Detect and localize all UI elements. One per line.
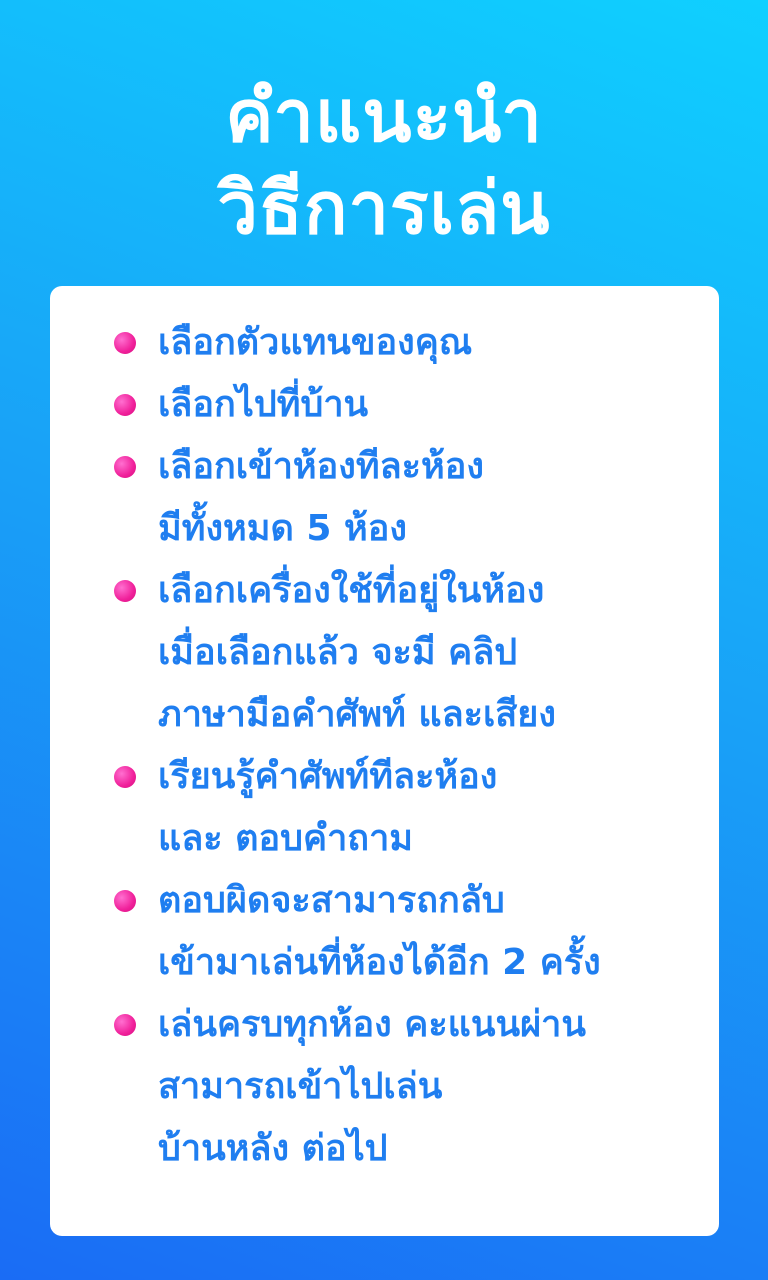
pink-dot-icon — [114, 456, 136, 478]
instruction-item: เลือกเครื่องใช้ที่อยู่ในห้อง เมื่อเลือกแ… — [110, 560, 699, 746]
instruction-text: สามารถเข้าไปเล่น — [158, 1066, 443, 1107]
instruction-item: เลือกตัวแทนของคุณ — [110, 312, 699, 374]
pink-dot-icon — [114, 890, 136, 912]
pink-dot-icon — [114, 332, 136, 354]
instruction-text: เลือกเข้าห้องทีละห้อง — [158, 446, 484, 487]
instruction-text: เรียนรู้คำศัพท์ทีละห้อง — [158, 756, 498, 797]
instruction-text: เลือกตัวแทนของคุณ — [158, 322, 473, 363]
title-line-2: วิธีการเล่น — [217, 166, 551, 250]
instruction-item: เลือกเข้าห้องทีละห้อง มีทั้งหมด 5 ห้อง — [110, 436, 699, 560]
instruction-text: เลือกเครื่องใช้ที่อยู่ในห้อง — [158, 570, 545, 611]
pink-dot-icon — [114, 766, 136, 788]
instruction-item: เรียนรู้คำศัพท์ทีละห้อง และ ตอบคำถาม — [110, 746, 699, 870]
instruction-text: เล่นครบทุกห้อง คะแนนผ่าน — [158, 1004, 586, 1045]
instruction-item: ตอบผิดจะสามารถกลับ เข้ามาเล่นที่ห้องได้อ… — [110, 870, 699, 994]
title-line-1: คำแนะนำ — [225, 74, 543, 158]
instruction-item: เลือกไปที่บ้าน — [110, 374, 699, 436]
page-title: คำแนะนำ วิธีการเล่น — [0, 70, 768, 254]
instruction-text: เมื่อเลือกแล้ว จะมี คลิป — [158, 632, 518, 673]
instruction-item: เล่นครบทุกห้อง คะแนนผ่าน สามารถเข้าไปเล่… — [110, 994, 699, 1180]
pink-dot-icon — [114, 580, 136, 602]
pink-dot-icon — [114, 1014, 136, 1036]
instruction-text: บ้านหลัง ต่อไป — [158, 1128, 388, 1169]
instruction-text: ตอบผิดจะสามารถกลับ — [158, 880, 505, 921]
instruction-text: เลือกไปที่บ้าน — [158, 384, 369, 425]
instruction-text: เข้ามาเล่นที่ห้องได้อีก 2 ครั้ง — [158, 942, 601, 983]
pink-dot-icon — [114, 394, 136, 416]
instruction-text: และ ตอบคำถาม — [158, 818, 414, 859]
instruction-text: ภาษามือคำศัพท์ และเสียง — [158, 694, 556, 735]
instructions-card: เลือกตัวแทนของคุณ เลือกไปที่บ้าน เลือกเข… — [50, 286, 719, 1236]
instruction-text: มีทั้งหมด 5 ห้อง — [158, 508, 407, 549]
